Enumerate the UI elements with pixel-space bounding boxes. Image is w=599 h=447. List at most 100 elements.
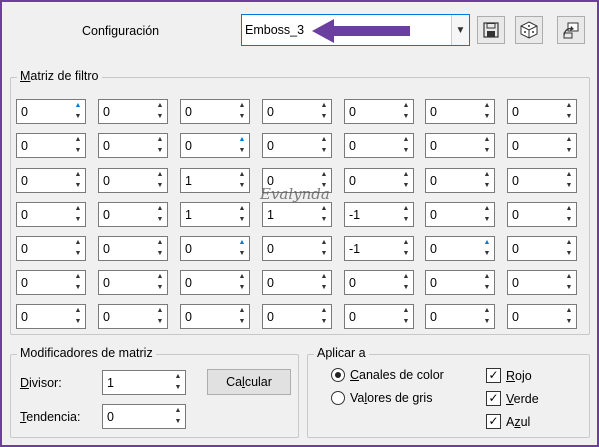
spin-arrows-icon[interactable]: ▲ ▼ xyxy=(154,170,166,191)
spin-arrows-icon[interactable]: ▲ ▼ xyxy=(563,272,575,293)
spin-arrows-icon[interactable]: ▲ ▼ xyxy=(72,306,84,327)
spin-arrows-icon[interactable]: ▲ ▼ xyxy=(563,238,575,259)
matrix-cell[interactable]: 1 ▲ ▼ xyxy=(180,168,250,193)
matrix-cell[interactable]: 0 ▲ ▼ xyxy=(262,133,332,158)
matrix-cell[interactable]: 0 ▲ ▼ xyxy=(16,99,86,124)
spin-arrows-icon[interactable]: ▲ ▼ xyxy=(236,306,248,327)
matrix-cell[interactable]: 0 ▲ ▼ xyxy=(262,99,332,124)
spin-arrows-icon[interactable]: ▲ ▼ xyxy=(72,170,84,191)
matrix-cell[interactable]: 0 ▲ ▼ xyxy=(16,202,86,227)
spin-arrows-icon[interactable]: ▲ ▼ xyxy=(481,272,493,293)
spin-arrows-icon[interactable]: ▲ ▼ xyxy=(154,204,166,225)
matrix-cell[interactable]: 0 ▲ ▼ xyxy=(344,304,414,329)
spin-arrows-icon[interactable]: ▲ ▼ xyxy=(481,170,493,191)
matrix-cell[interactable]: 1 ▲ ▼ xyxy=(262,202,332,227)
matrix-cell[interactable]: 0 ▲ ▼ xyxy=(262,270,332,295)
matrix-cell[interactable]: 0 ▲ ▼ xyxy=(425,99,495,124)
matrix-cell[interactable]: 0 ▲ ▼ xyxy=(180,270,250,295)
matrix-cell[interactable]: 0 ▲ ▼ xyxy=(507,236,577,261)
matrix-cell[interactable]: 0 ▲ ▼ xyxy=(98,133,168,158)
spin-arrows-icon[interactable]: ▲ ▼ xyxy=(154,135,166,156)
spin-arrows-icon[interactable]: ▲ ▼ xyxy=(72,135,84,156)
matrix-cell[interactable]: 0 ▲ ▼ xyxy=(180,304,250,329)
matrix-cell[interactable]: 0 ▲ ▼ xyxy=(262,236,332,261)
matrix-cell[interactable]: 0 ▲ ▼ xyxy=(425,133,495,158)
spin-arrows-icon[interactable]: ▲ ▼ xyxy=(318,238,330,259)
spin-arrows-icon[interactable]: ▲ ▼ xyxy=(154,306,166,327)
green-label[interactable]: Verde xyxy=(506,392,539,406)
spin-arrows-icon[interactable]: ▲ ▼ xyxy=(72,101,84,122)
spin-arrows-icon[interactable]: ▲ ▼ xyxy=(400,238,412,259)
matrix-cell[interactable]: 0 ▲ ▼ xyxy=(98,168,168,193)
randomize-button[interactable] xyxy=(515,16,543,44)
matrix-cell[interactable]: -1 ▲ ▼ xyxy=(344,202,414,227)
spin-arrows-icon[interactable]: ▲ ▼ xyxy=(400,170,412,191)
matrix-cell[interactable]: 0 ▲ ▼ xyxy=(98,270,168,295)
matrix-cell[interactable]: 0 ▲ ▼ xyxy=(507,133,577,158)
matrix-cell[interactable]: 0 ▲ ▼ xyxy=(16,133,86,158)
gray-values-label[interactable]: Valores de gris xyxy=(350,391,432,405)
matrix-cell[interactable]: -1 ▲ ▼ xyxy=(344,236,414,261)
spin-arrows-icon[interactable]: ▲ ▼ xyxy=(172,406,184,427)
spin-arrows-icon[interactable]: ▲ ▼ xyxy=(318,101,330,122)
matrix-cell[interactable]: 0 ▲ ▼ xyxy=(425,270,495,295)
matrix-cell[interactable]: 0 ▲ ▼ xyxy=(344,133,414,158)
blue-checkbox[interactable]: ✓ xyxy=(486,414,501,429)
bias-spinbox[interactable]: 0 ▲ ▼ xyxy=(102,404,186,429)
spin-arrows-icon[interactable]: ▲ ▼ xyxy=(154,238,166,259)
spin-arrows-icon[interactable]: ▲ ▼ xyxy=(318,306,330,327)
spin-arrows-icon[interactable]: ▲ ▼ xyxy=(400,101,412,122)
spin-arrows-icon[interactable]: ▲ ▼ xyxy=(236,204,248,225)
spin-arrows-icon[interactable]: ▲ ▼ xyxy=(400,204,412,225)
matrix-cell[interactable]: 0 ▲ ▼ xyxy=(507,168,577,193)
spin-arrows-icon[interactable]: ▲ ▼ xyxy=(318,272,330,293)
red-checkbox[interactable]: ✓ xyxy=(486,368,501,383)
spin-arrows-icon[interactable]: ▲ ▼ xyxy=(481,135,493,156)
matrix-cell[interactable]: 0 ▲ ▼ xyxy=(425,304,495,329)
color-channels-label[interactable]: Canales de color xyxy=(350,368,444,382)
spin-arrows-icon[interactable]: ▲ ▼ xyxy=(563,101,575,122)
save-preset-button[interactable] xyxy=(477,16,505,44)
spin-arrows-icon[interactable]: ▲ ▼ xyxy=(154,101,166,122)
green-checkbox[interactable]: ✓ xyxy=(486,391,501,406)
spin-arrows-icon[interactable]: ▲ ▼ xyxy=(563,135,575,156)
matrix-cell[interactable]: 0 ▲ ▼ xyxy=(507,270,577,295)
matrix-cell[interactable]: 0 ▲ ▼ xyxy=(16,304,86,329)
matrix-cell[interactable]: 0 ▲ ▼ xyxy=(262,304,332,329)
chevron-down-icon[interactable]: ▼ xyxy=(451,15,469,45)
spin-arrows-icon[interactable]: ▲ ▼ xyxy=(236,238,248,259)
red-label[interactable]: Rojo xyxy=(506,369,532,383)
reset-button[interactable] xyxy=(557,16,585,44)
matrix-cell[interactable]: 0 ▲ ▼ xyxy=(425,236,495,261)
matrix-cell[interactable]: 0 ▲ ▼ xyxy=(425,202,495,227)
matrix-cell[interactable]: 1 ▲ ▼ xyxy=(180,202,250,227)
spin-arrows-icon[interactable]: ▲ ▼ xyxy=(481,238,493,259)
matrix-cell[interactable]: 0 ▲ ▼ xyxy=(507,99,577,124)
spin-arrows-icon[interactable]: ▲ ▼ xyxy=(481,101,493,122)
spin-arrows-icon[interactable]: ▲ ▼ xyxy=(400,306,412,327)
spin-arrows-icon[interactable]: ▲ ▼ xyxy=(563,306,575,327)
matrix-cell[interactable]: 0 ▲ ▼ xyxy=(180,236,250,261)
matrix-cell[interactable]: 0 ▲ ▼ xyxy=(180,133,250,158)
spin-arrows-icon[interactable]: ▲ ▼ xyxy=(481,204,493,225)
spin-arrows-icon[interactable]: ▲ ▼ xyxy=(172,372,184,393)
spin-arrows-icon[interactable]: ▲ ▼ xyxy=(154,272,166,293)
matrix-cell[interactable]: 0 ▲ ▼ xyxy=(98,202,168,227)
matrix-cell[interactable]: 0 ▲ ▼ xyxy=(180,99,250,124)
matrix-cell[interactable]: 0 ▲ ▼ xyxy=(344,270,414,295)
matrix-cell[interactable]: 0 ▲ ▼ xyxy=(16,236,86,261)
matrix-cell[interactable]: 0 ▲ ▼ xyxy=(507,202,577,227)
matrix-cell[interactable]: 0 ▲ ▼ xyxy=(425,168,495,193)
spin-arrows-icon[interactable]: ▲ ▼ xyxy=(72,238,84,259)
matrix-cell[interactable]: 0 ▲ ▼ xyxy=(344,99,414,124)
spin-arrows-icon[interactable]: ▲ ▼ xyxy=(72,272,84,293)
calculate-button[interactable]: Calcular xyxy=(207,369,291,395)
matrix-cell[interactable]: 0 ▲ ▼ xyxy=(507,304,577,329)
spin-arrows-icon[interactable]: ▲ ▼ xyxy=(400,135,412,156)
spin-arrows-icon[interactable]: ▲ ▼ xyxy=(563,204,575,225)
spin-arrows-icon[interactable]: ▲ ▼ xyxy=(318,135,330,156)
spin-arrows-icon[interactable]: ▲ ▼ xyxy=(72,204,84,225)
spin-arrows-icon[interactable]: ▲ ▼ xyxy=(236,101,248,122)
matrix-cell[interactable]: 0 ▲ ▼ xyxy=(16,168,86,193)
matrix-cell[interactable]: 0 ▲ ▼ xyxy=(98,236,168,261)
